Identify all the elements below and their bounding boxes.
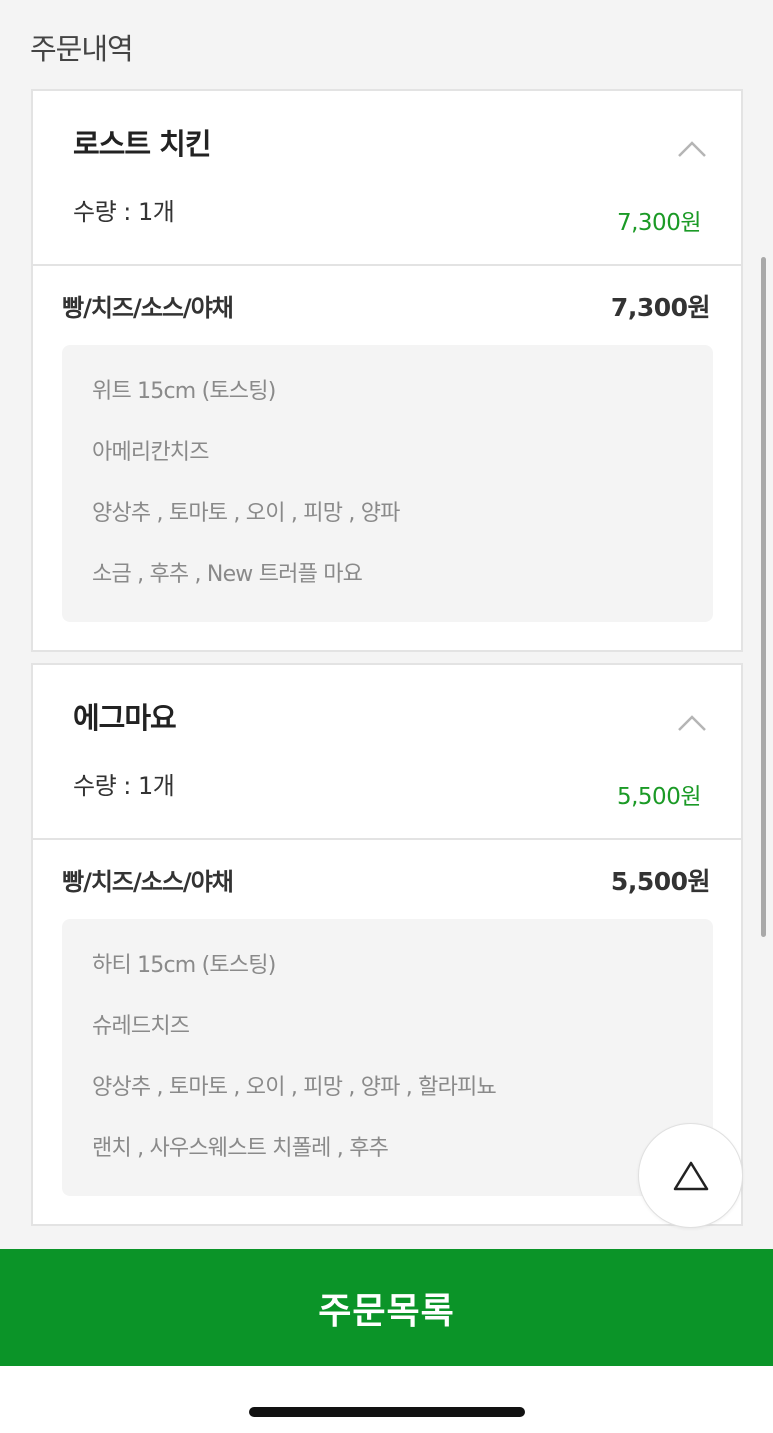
order-card-options: 빵/치즈/소스/야채 5,500원 하티 15cm (토스팅) 슈레드치즈 양상…	[33, 840, 741, 1225]
item-quantity: 수량 : 1개	[73, 198, 175, 226]
chevron-up-icon[interactable]	[677, 713, 707, 733]
home-indicator-area	[0, 1366, 773, 1433]
option-list: 하티 15cm (토스팅) 슈레드치즈 양상추 , 토마토 , 오이 , 피망 …	[62, 919, 713, 1196]
option-item: 랜치 , 사우스웨스트 치폴레 , 후추	[92, 1136, 389, 1161]
option-title: 빵/치즈/소스/야채	[62, 868, 234, 896]
option-item: 소금 , 후추 , New 트러플 마요	[92, 562, 363, 587]
item-name: 로스트 치킨	[73, 127, 211, 161]
order-card-header[interactable]: 로스트 치킨 수량 : 1개 7,300원	[33, 91, 741, 266]
item-price: 7,300원	[616, 210, 702, 236]
option-title: 빵/치즈/소스/야채	[62, 294, 234, 322]
item-name: 에그마요	[73, 701, 177, 735]
order-card-options: 빵/치즈/소스/야채 7,300원 위트 15cm (토스팅) 아메리칸치즈 양…	[33, 266, 741, 651]
option-item: 아메리칸치즈	[92, 440, 209, 465]
option-price: 7,300원	[610, 293, 711, 322]
home-indicator[interactable]	[249, 1407, 525, 1417]
order-card: 로스트 치킨 수량 : 1개 7,300원 빵/치즈/소스/야채 7,300원 …	[31, 89, 743, 652]
item-quantity: 수량 : 1개	[73, 772, 175, 800]
triangle-up-icon	[673, 1161, 708, 1190]
scroll-to-top-button[interactable]	[638, 1123, 743, 1228]
page-title: 주문내역	[30, 32, 134, 66]
option-list: 위트 15cm (토스팅) 아메리칸치즈 양상추 , 토마토 , 오이 , 피망…	[62, 345, 713, 622]
option-item: 위트 15cm (토스팅)	[92, 379, 276, 404]
item-price: 5,500원	[616, 784, 702, 810]
option-item: 슈레드치즈	[92, 1014, 190, 1039]
order-list-button[interactable]: 주문목록	[0, 1249, 773, 1366]
scrollbar[interactable]	[761, 257, 766, 937]
order-details-page: 주문내역 로스트 치킨 수량 : 1개 7,300원 빵/치즈/소스/야채 7,…	[0, 0, 773, 1433]
option-item: 양상추 , 토마토 , 오이 , 피망 , 양파 , 할라피뇨	[92, 1075, 497, 1100]
option-item: 하티 15cm (토스팅)	[92, 953, 276, 978]
chevron-up-icon[interactable]	[677, 139, 707, 159]
order-card-header[interactable]: 에그마요 수량 : 1개 5,500원	[33, 665, 741, 840]
order-card: 에그마요 수량 : 1개 5,500원 빵/치즈/소스/야채 5,500원 하티…	[31, 663, 743, 1226]
option-price: 5,500원	[610, 867, 711, 896]
option-item: 양상추 , 토마토 , 오이 , 피망 , 양파	[92, 501, 400, 526]
